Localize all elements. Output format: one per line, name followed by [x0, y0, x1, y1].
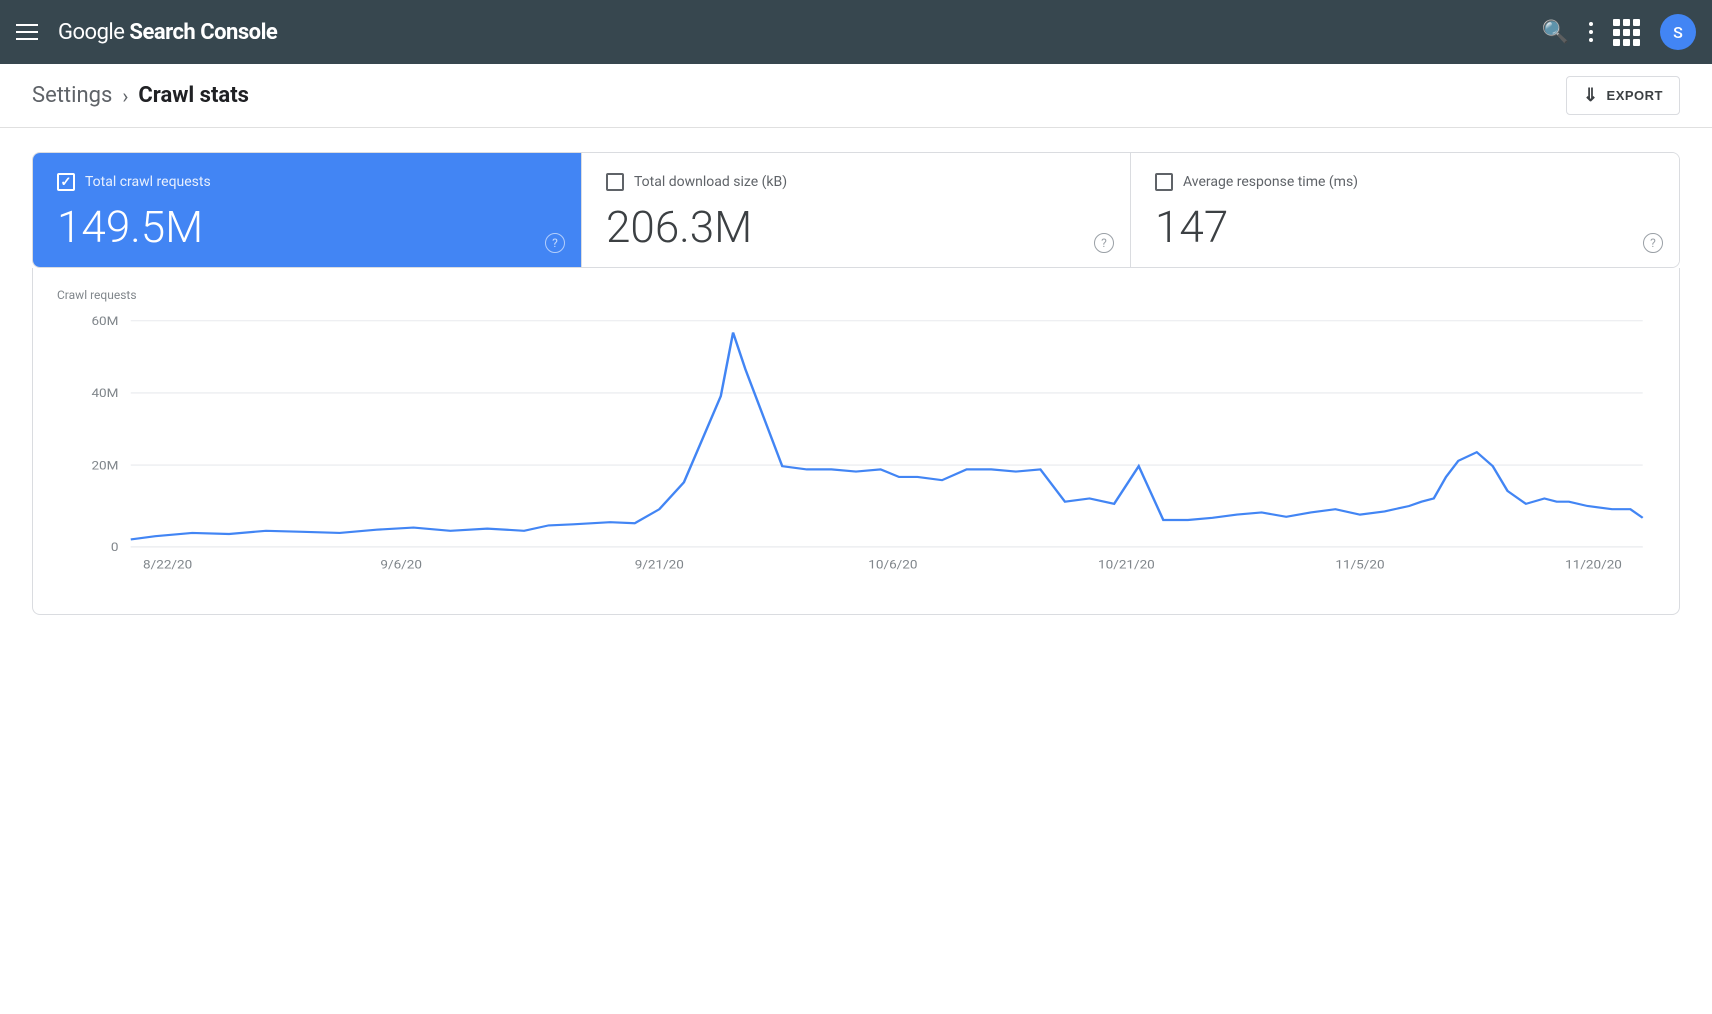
- app-title: Google Search Console: [58, 20, 277, 45]
- breadcrumb-parent[interactable]: Settings: [32, 83, 112, 108]
- search-icon[interactable]: 🔍: [1542, 20, 1569, 45]
- metric-label-download: Total download size (kB): [634, 174, 787, 190]
- metric-label-response: Average response time (ms): [1183, 174, 1358, 190]
- breadcrumb-bar: Settings › Crawl stats ⇓ EXPORT: [0, 64, 1712, 128]
- app-title-google: Google: [58, 20, 124, 45]
- y-label-60m: 60M: [91, 315, 118, 329]
- y-label-0: 0: [111, 541, 119, 555]
- chart-label: Crawl requests: [57, 288, 1655, 302]
- header-right: 🔍 S: [1542, 14, 1696, 50]
- x-label-96: 9/6/20: [380, 559, 422, 573]
- x-label-115: 11/5/20: [1335, 559, 1384, 573]
- more-options-icon[interactable]: [1589, 22, 1593, 42]
- checkbox-response[interactable]: [1155, 173, 1173, 191]
- chart-wrapper: 60M 40M 20M 0 8/22/20 9/6/20 9/21/20 10/…: [57, 310, 1655, 590]
- metric-card-download-size[interactable]: Total download size (kB) 206.3M ?: [582, 153, 1131, 267]
- help-icon-download[interactable]: ?: [1094, 233, 1114, 253]
- metric-value-download: 206.3M: [606, 203, 1106, 251]
- breadcrumb-current: Crawl stats: [138, 83, 249, 108]
- export-label: EXPORT: [1607, 88, 1663, 103]
- menu-icon[interactable]: [16, 24, 38, 40]
- chart-container: Crawl requests 60M 40M 20M 0 8/22/20: [32, 268, 1680, 615]
- x-label-106: 10/6/20: [868, 559, 917, 573]
- help-icon-response[interactable]: ?: [1643, 233, 1663, 253]
- export-button[interactable]: ⇓ EXPORT: [1566, 76, 1680, 115]
- metric-label-crawl: Total crawl requests: [85, 174, 211, 190]
- metric-card-crawl-requests[interactable]: Total crawl requests 149.5M ?: [33, 153, 582, 267]
- metric-header-response: Average response time (ms): [1155, 173, 1655, 191]
- x-label-1120: 11/20/20: [1565, 559, 1622, 573]
- metric-header-crawl: Total crawl requests: [57, 173, 557, 191]
- breadcrumb-separator: ›: [122, 84, 128, 108]
- download-icon: ⇓: [1583, 85, 1599, 106]
- chart-line: [131, 333, 1643, 540]
- checkbox-crawl[interactable]: [57, 173, 75, 191]
- apps-grid-icon[interactable]: [1613, 19, 1640, 46]
- breadcrumb: Settings › Crawl stats: [32, 83, 249, 108]
- y-label-40m: 40M: [91, 387, 118, 401]
- metric-value-crawl: 149.5M: [57, 203, 557, 251]
- avatar[interactable]: S: [1660, 14, 1696, 50]
- metric-cards: Total crawl requests 149.5M ? Total down…: [32, 152, 1680, 268]
- metric-value-response: 147: [1155, 203, 1655, 251]
- help-icon-crawl[interactable]: ?: [545, 233, 565, 253]
- y-label-20m: 20M: [91, 460, 118, 474]
- app-title-search-console: Search Console: [129, 20, 277, 45]
- crawl-chart: 60M 40M 20M 0 8/22/20 9/6/20 9/21/20 10/…: [57, 310, 1655, 590]
- metric-header-download: Total download size (kB): [606, 173, 1106, 191]
- x-label-1021: 10/21/20: [1098, 559, 1155, 573]
- metric-card-response-time[interactable]: Average response time (ms) 147 ?: [1131, 153, 1679, 267]
- header: Google Search Console 🔍 S: [0, 0, 1712, 64]
- x-label-822: 8/22/20: [143, 559, 192, 573]
- header-left: Google Search Console: [16, 20, 277, 45]
- x-label-921: 9/21/20: [635, 559, 684, 573]
- main-content: Total crawl requests 149.5M ? Total down…: [0, 128, 1712, 639]
- checkbox-download[interactable]: [606, 173, 624, 191]
